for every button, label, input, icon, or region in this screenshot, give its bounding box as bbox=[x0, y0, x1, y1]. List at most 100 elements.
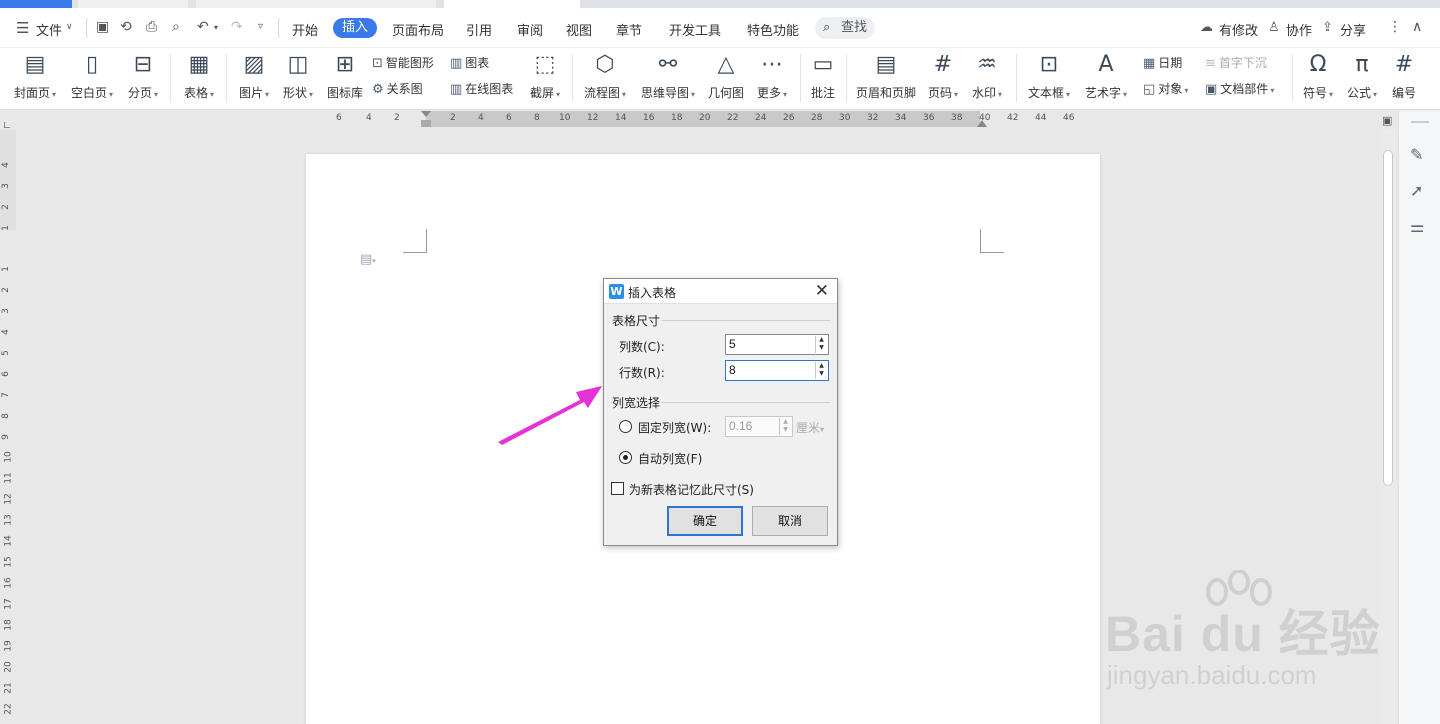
cancel-button[interactable]: 取消 bbox=[752, 506, 828, 536]
doc-parts-button[interactable]: ▣ 文档部件 ▾ bbox=[1205, 80, 1274, 97]
tab-developer[interactable]: 开发工具 bbox=[669, 20, 721, 39]
print-icon[interactable]: ⎙ bbox=[146, 20, 157, 34]
insert-table-dialog: W 插入表格 ✕ 表格尺寸 列数(C): 5 ▲ ▼ 行数(R): 8 ▲ ▼ 列宽… bbox=[603, 278, 838, 546]
ruler-toggle-icon[interactable]: ▣ bbox=[1382, 114, 1392, 127]
paste-options-icon[interactable]: ▤▾ bbox=[360, 252, 376, 267]
comment-button[interactable]: ▭ 批注 bbox=[808, 50, 838, 101]
geometry-button[interactable]: △ 几何图 bbox=[706, 50, 746, 101]
close-icon[interactable]: ✕ bbox=[815, 281, 829, 301]
equation-button[interactable]: π 公式 ▾ bbox=[1344, 50, 1380, 101]
print-preview-icon[interactable]: ⌕ bbox=[172, 20, 180, 34]
tab-chapter[interactable]: 章节 bbox=[616, 20, 642, 39]
spin-up-icon[interactable]: ▲ bbox=[816, 362, 827, 370]
rows-spin-arrows[interactable]: ▲ ▼ bbox=[815, 362, 827, 379]
tab-insert[interactable]: 插入 bbox=[333, 18, 378, 38]
header-footer-button[interactable]: ▤ 页眉和页脚 bbox=[855, 50, 917, 101]
rows-stepper[interactable]: 8 ▲ ▼ bbox=[725, 360, 829, 381]
icon-library-button[interactable]: ⊞ 图标库 bbox=[325, 50, 365, 101]
ruler-tick: 46 bbox=[1063, 113, 1075, 123]
auto-width-radio[interactable] bbox=[619, 451, 632, 464]
tab-doc-2[interactable] bbox=[196, 0, 436, 8]
left-indent-marker[interactable] bbox=[421, 120, 431, 127]
tab-review[interactable]: 审阅 bbox=[517, 20, 543, 39]
select-cursor-icon[interactable]: ➚ bbox=[1410, 181, 1423, 200]
cols-stepper[interactable]: 5 ▲ ▼ bbox=[725, 334, 829, 355]
remember-size-checkbox[interactable] bbox=[611, 482, 624, 495]
ruler-tick: 16 bbox=[3, 577, 14, 589]
smart-art-button[interactable]: ⊡ 智能图形 bbox=[372, 54, 434, 71]
ruler-tick: 4 bbox=[366, 113, 372, 123]
chart-icon: ▥ bbox=[450, 56, 463, 71]
collab-button[interactable]: 协作 bbox=[1286, 20, 1312, 39]
undo-icon[interactable]: ↶ bbox=[197, 20, 209, 34]
online-chart-button[interactable]: ▥ 在线图表 bbox=[450, 80, 513, 97]
save-icon[interactable]: ▣ bbox=[96, 20, 109, 34]
date-button[interactable]: ▦ 日期 bbox=[1143, 54, 1182, 71]
cols-value[interactable]: 5 bbox=[729, 337, 736, 351]
redo-icon[interactable]: ↷ bbox=[231, 20, 243, 34]
horizontal-ruler[interactable]: 6 4 2 2 4 6 8 10 12 14 16 18 20 22 24 26… bbox=[336, 111, 1086, 127]
numbering-button[interactable]: # 编号 bbox=[1388, 50, 1420, 101]
ok-button[interactable]: 确定 bbox=[667, 506, 743, 536]
flowchart-button[interactable]: ⬡ 流程图 ▾ bbox=[582, 50, 628, 101]
tab-home[interactable] bbox=[0, 0, 72, 8]
rows-value[interactable]: 8 bbox=[729, 363, 736, 377]
tab-doc-1[interactable] bbox=[78, 0, 188, 8]
spin-up-icon[interactable]: ▲ bbox=[816, 336, 827, 344]
scrollbar-thumb[interactable] bbox=[1383, 150, 1393, 486]
spin-down-icon[interactable]: ▼ bbox=[816, 344, 827, 352]
convert-icon[interactable]: ⟲ bbox=[120, 20, 132, 34]
blank-page-button[interactable]: ▯ 空白页 ▾ bbox=[68, 50, 116, 101]
vertical-ruler[interactable]: 4 3 2 1 1 2 3 4 5 6 7 8 9 10 11 12 13 14… bbox=[0, 130, 16, 724]
section-column-width: 列宽选择 bbox=[612, 396, 661, 410]
settings-sliders-icon[interactable]: ⚌ bbox=[1410, 217, 1424, 236]
right-indent-marker[interactable] bbox=[977, 120, 987, 127]
screenshot-button[interactable]: ⬚ 截屏 ▾ bbox=[526, 50, 564, 101]
fixed-width-label[interactable]: 固定列宽(W): bbox=[638, 419, 711, 436]
page-break-button[interactable]: ⊟ 分页 ▾ bbox=[124, 50, 162, 101]
customize-dropdown-icon[interactable]: ▿ bbox=[258, 22, 263, 32]
table-button[interactable]: ▦ 表格 ▾ bbox=[180, 50, 218, 101]
menu-bar: ☰ 文件 ∨ ▣ ⟲ ⎙ ⌕ ↶ ▾ ↷ ▿ 开始 插入 页面布局 引用 审阅 … bbox=[0, 8, 1440, 48]
textbox-button[interactable]: ⊡ 文本框 ▾ bbox=[1026, 50, 1072, 101]
relation-chart-icon: ⚙ bbox=[372, 82, 384, 97]
cover-page-button[interactable]: ▤ 封面页 ▾ bbox=[12, 50, 58, 101]
share-button[interactable]: 分享 bbox=[1340, 20, 1366, 39]
tab-doc-active[interactable] bbox=[444, 0, 580, 8]
chevron-down-icon[interactable]: ∨ bbox=[66, 23, 73, 32]
hamburger-icon[interactable]: ☰ bbox=[16, 21, 29, 36]
separator bbox=[86, 18, 87, 38]
mindmap-button[interactable]: ⚯ 思维导图 ▾ bbox=[639, 50, 697, 101]
cols-spin-arrows[interactable]: ▲ ▼ bbox=[815, 336, 827, 353]
more-button[interactable]: ⋯ 更多 ▾ bbox=[754, 50, 790, 101]
search-box[interactable]: ⌕ 查找 bbox=[815, 17, 876, 39]
remember-size-label[interactable]: 为新表格记忆此尺寸(S) bbox=[629, 481, 754, 498]
fixed-width-radio[interactable] bbox=[619, 420, 632, 433]
first-line-indent-marker[interactable] bbox=[421, 111, 431, 117]
tab-view[interactable]: 视图 bbox=[566, 20, 592, 39]
chart-button[interactable]: ▥ 图表 bbox=[450, 54, 489, 71]
vertical-scrollbar[interactable] bbox=[1380, 130, 1396, 724]
tab-special[interactable]: 特色功能 bbox=[747, 20, 799, 39]
shape-button[interactable]: ◫ 形状 ▾ bbox=[279, 50, 317, 101]
more-options-icon[interactable]: ⋮ bbox=[1388, 20, 1402, 34]
object-button[interactable]: ◱ 对象 ▾ bbox=[1143, 80, 1188, 97]
collapse-ribbon-icon[interactable]: ∧ bbox=[1412, 20, 1422, 34]
relation-chart-button[interactable]: ⚙ 关系图 bbox=[372, 80, 423, 97]
picture-button[interactable]: ▨ 图片 ▾ bbox=[235, 50, 273, 101]
modified-status[interactable]: 有修改 bbox=[1219, 20, 1258, 39]
edit-pen-icon[interactable]: ✎ bbox=[1410, 145, 1423, 164]
symbol-button[interactable]: Ω 符号 ▾ bbox=[1300, 50, 1336, 101]
tab-start[interactable]: 开始 bbox=[292, 20, 318, 39]
wordart-button[interactable]: A 艺术字 ▾ bbox=[1082, 50, 1130, 101]
page-number-button[interactable]: # 页码 ▾ bbox=[925, 50, 961, 101]
file-menu[interactable]: 文件 bbox=[36, 20, 62, 39]
chart-label: 图表 bbox=[465, 56, 490, 70]
undo-dropdown-icon[interactable]: ▾ bbox=[214, 24, 218, 32]
tab-page-layout[interactable]: 页面布局 bbox=[392, 20, 444, 39]
spin-down-icon[interactable]: ▼ bbox=[816, 370, 827, 378]
ruler-tick: 8 bbox=[0, 413, 11, 419]
auto-width-label[interactable]: 自动列宽(F) bbox=[638, 450, 702, 467]
watermark-button[interactable]: ♒ 水印 ▾ bbox=[969, 50, 1005, 101]
tab-reference[interactable]: 引用 bbox=[466, 20, 492, 39]
